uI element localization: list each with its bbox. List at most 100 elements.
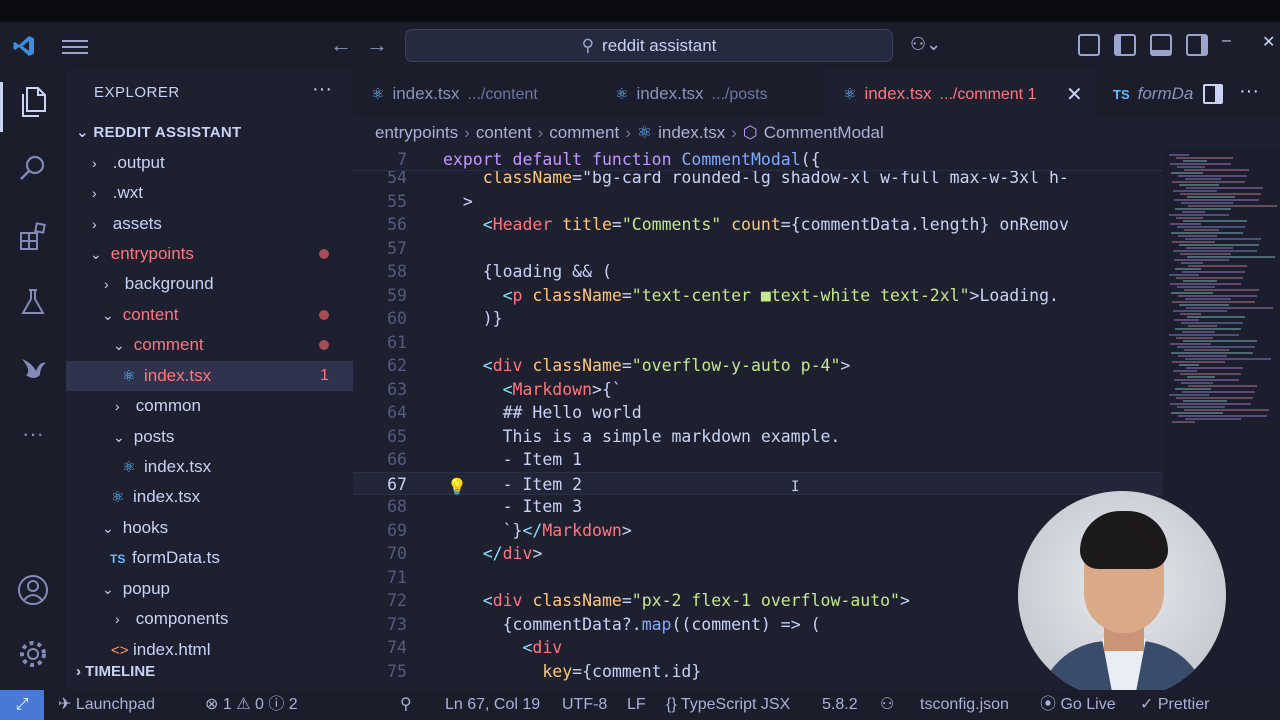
breadcrumb-item[interactable]: comment	[549, 123, 619, 142]
close-tab-icon[interactable]: ✕	[1066, 82, 1083, 107]
command-center-search[interactable]: ⚲ reddit assistant	[405, 29, 893, 62]
tree-folder-wxt[interactable]: › .wxt	[66, 178, 353, 208]
code-line[interactable]: 68 - Item 3	[353, 495, 1163, 518]
problems-item[interactable]: ⊗ 1 ⚠ 0 ⓘ 2	[205, 690, 298, 720]
tsconfig-item[interactable]: tsconfig.json	[920, 690, 1009, 720]
tab-formdata[interactable]: TS formDa	[1113, 70, 1203, 118]
tree-folder-common[interactable]: › common	[66, 391, 353, 421]
extensions-icon[interactable]	[15, 218, 51, 254]
tree-folder-entrypoints[interactable]: ⌄ entrypoints	[66, 239, 353, 269]
code-line[interactable]: 60 )}	[353, 307, 1163, 330]
tree-file-comment-index[interactable]: ⚛ index.tsx 1	[66, 361, 353, 391]
tree-item-label: index.html	[133, 640, 211, 659]
menu-icon[interactable]	[62, 36, 88, 56]
back-arrow-icon[interactable]: ←	[330, 32, 352, 58]
prettier-item[interactable]: ✓ Prettier	[1140, 690, 1209, 720]
tab-label: index.tsx	[392, 84, 460, 103]
tree-folder-popup[interactable]: ⌄ popup	[66, 574, 353, 604]
code-line[interactable]: 56 <Header title="Comments" count={comme…	[353, 213, 1163, 236]
tree-folder-comment[interactable]: ⌄ comment	[66, 330, 353, 360]
minimap-line	[1184, 289, 1259, 291]
tab-posts-index[interactable]: ⚛ index.tsx .../posts	[615, 70, 825, 118]
go-live-item[interactable]: ⦿ Go Live	[1040, 690, 1116, 720]
code-line[interactable]: 64 ## Hello world	[353, 401, 1163, 424]
language-label: TypeScript JSX	[680, 696, 791, 713]
tree-folder-content[interactable]: ⌄ content	[66, 300, 353, 330]
toggle-secondary-sidebar-icon[interactable]	[1186, 34, 1208, 56]
timeline-section[interactable]: › TIMELINE	[76, 663, 155, 680]
tree-folder-output[interactable]: › .output	[66, 148, 353, 178]
copilot-icon[interactable]: ⚇⌄	[910, 34, 941, 55]
tree-folder-assets[interactable]: › assets	[66, 209, 353, 239]
code-line[interactable]: 58 {loading && (	[353, 260, 1163, 283]
tree-file-formdata[interactable]: TS formData.ts	[66, 543, 353, 573]
minimap-line	[1188, 205, 1277, 207]
forward-arrow-icon[interactable]: →	[366, 32, 388, 58]
minimap-line	[1170, 283, 1241, 285]
tree-folder-background[interactable]: › background	[66, 269, 353, 299]
line-number: 63	[387, 380, 407, 399]
tree-folder-components[interactable]: › components	[66, 604, 353, 634]
minimap-line	[1171, 412, 1223, 414]
breadcrumb-item[interactable]: content	[476, 123, 532, 142]
code-line[interactable]: 62 <div className="overflow-y-auto p-4">	[353, 354, 1163, 377]
code-line[interactable]: 63 <Markdown>{`	[353, 378, 1163, 401]
minimap-line	[1188, 325, 1217, 327]
line-number: 72	[387, 591, 407, 610]
account-icon[interactable]	[15, 572, 51, 608]
settings-gear-icon[interactable]	[15, 636, 51, 672]
line-ending[interactable]: LF	[627, 690, 646, 720]
tree-folder-hooks[interactable]: ⌄ hooks	[66, 513, 353, 543]
close-window-button[interactable]: ✕	[1262, 32, 1275, 52]
minimap-line	[1171, 172, 1203, 174]
split-editor-icon[interactable]	[1203, 84, 1223, 104]
code-line[interactable]: 75 key={comment.id}	[353, 660, 1163, 683]
toggle-sidebar-icon[interactable]	[1114, 34, 1136, 56]
search-icon[interactable]	[15, 150, 51, 186]
code-text: {commentData?.map((comment) => (	[443, 615, 821, 634]
tab-comment-index[interactable]: ⚛ index.tsx .../comment 1	[825, 70, 1095, 118]
language-mode[interactable]: {} TypeScript JSX	[666, 690, 790, 720]
minimize-button[interactable]: –	[1222, 32, 1231, 50]
code-line[interactable]: 59 <p className="text-center ■text-white…	[353, 284, 1163, 307]
code-text: {loading && (	[443, 262, 612, 281]
code-line[interactable]: 65 This is a simple markdown example.	[353, 425, 1163, 448]
more-views-icon[interactable]: ···	[15, 416, 51, 452]
customize-layout-icon[interactable]	[1078, 34, 1100, 56]
breadcrumb-item[interactable]: CommentModal	[764, 123, 884, 142]
line-number: 75	[387, 662, 407, 681]
line-number: 65	[387, 427, 407, 446]
code-line[interactable]: 61	[353, 331, 1163, 354]
code-line[interactable]: 7 export default function CommentModal({	[353, 148, 1163, 171]
minimap-line	[1175, 268, 1201, 270]
encoding[interactable]: UTF-8	[562, 690, 607, 720]
code-text: ## Hello world	[443, 403, 642, 422]
workspace-root[interactable]: ⌄ REDDIT ASSISTANT	[76, 123, 241, 141]
zoom-search-icon[interactable]: ⚲	[400, 690, 412, 720]
launchpad-item[interactable]: ✈ Launchpad	[58, 690, 155, 720]
minimap-line	[1185, 238, 1261, 240]
explorer-icon[interactable]	[15, 84, 51, 120]
toggle-panel-icon[interactable]	[1150, 34, 1172, 56]
tree-file-content-index[interactable]: ⚛ index.tsx	[66, 482, 353, 512]
more-actions-icon[interactable]: ···	[312, 78, 332, 101]
minimap-line	[1171, 232, 1243, 234]
code-line[interactable]: 66 - Item 1	[353, 448, 1163, 471]
code-line[interactable]: 57	[353, 237, 1163, 260]
editor-more-icon[interactable]: ···	[1239, 80, 1259, 103]
cursor-position[interactable]: Ln 67, Col 19	[445, 690, 540, 720]
code-line[interactable]: 67 - Item 2 💡 I	[353, 472, 1163, 496]
breadcrumb-item[interactable]: entrypoints	[375, 123, 458, 142]
tree-file-posts-index[interactable]: ⚛ index.tsx	[66, 452, 353, 482]
copilot-status-icon[interactable]: ⚇	[880, 690, 894, 720]
code-line[interactable]: 55 >	[353, 190, 1163, 213]
tree-folder-posts[interactable]: ⌄ posts	[66, 422, 353, 452]
bird-extension-icon[interactable]	[15, 350, 51, 386]
testing-flask-icon[interactable]	[15, 284, 51, 320]
tree-file-index-html[interactable]: <> index.html	[66, 635, 353, 665]
breadcrumb-item[interactable]: index.tsx	[658, 123, 725, 142]
tab-content-index[interactable]: ⚛ index.tsx .../content	[371, 70, 595, 118]
ts-version[interactable]: 5.8.2	[822, 690, 858, 720]
minimap-line	[1180, 253, 1231, 255]
remote-icon[interactable]: ⤢	[0, 690, 44, 720]
